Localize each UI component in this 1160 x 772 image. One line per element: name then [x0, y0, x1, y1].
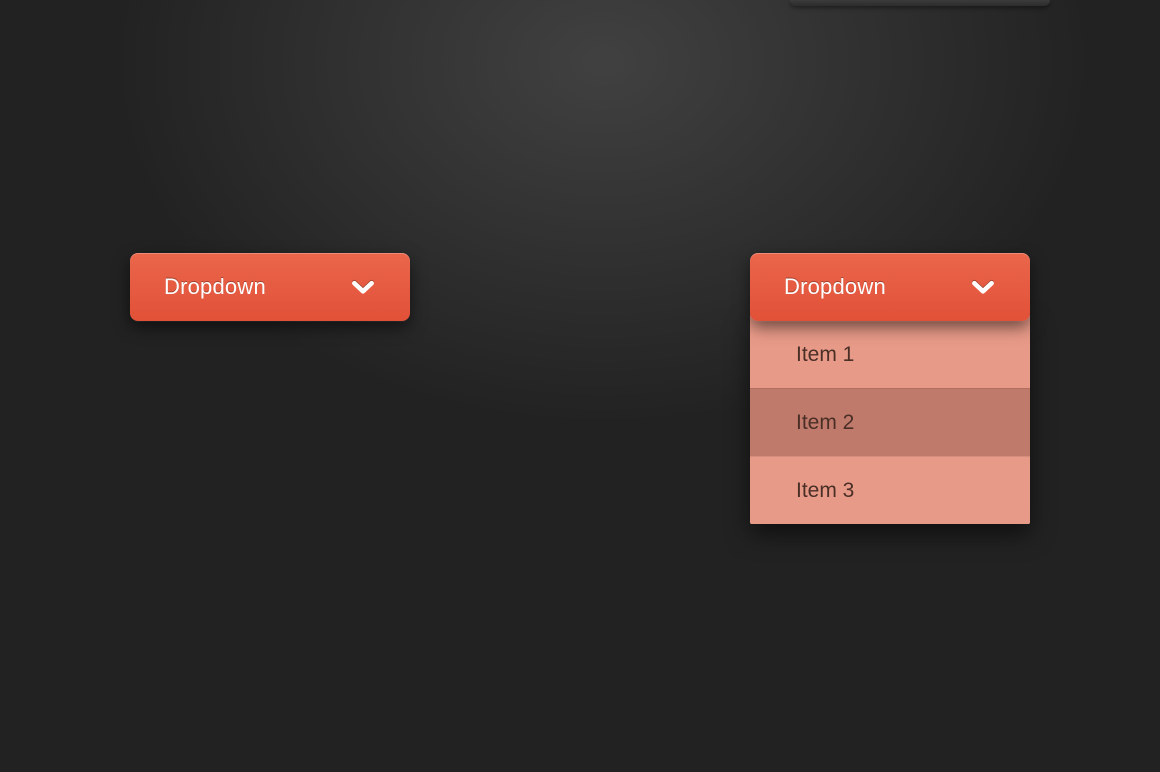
dropdown-closed: Dropdown [130, 253, 410, 321]
dropdown-list: Item 1 Item 2 Item 3 [750, 315, 1030, 524]
dropdown-item[interactable]: Item 3 [750, 456, 1030, 524]
dropdown-open: Dropdown Item 1 Item 2 Item 3 [750, 253, 1030, 524]
dropdown-label: Dropdown [784, 274, 886, 300]
chevron-down-icon [350, 274, 376, 300]
dropdown-item[interactable]: Item 1 [750, 315, 1030, 388]
dropdown-button[interactable]: Dropdown [130, 253, 410, 321]
page-top-accent [790, 0, 1050, 6]
dropdown-item[interactable]: Item 2 [750, 388, 1030, 456]
dropdown-button[interactable]: Dropdown [750, 253, 1030, 321]
dropdown-label: Dropdown [164, 274, 266, 300]
chevron-down-icon [970, 274, 996, 300]
